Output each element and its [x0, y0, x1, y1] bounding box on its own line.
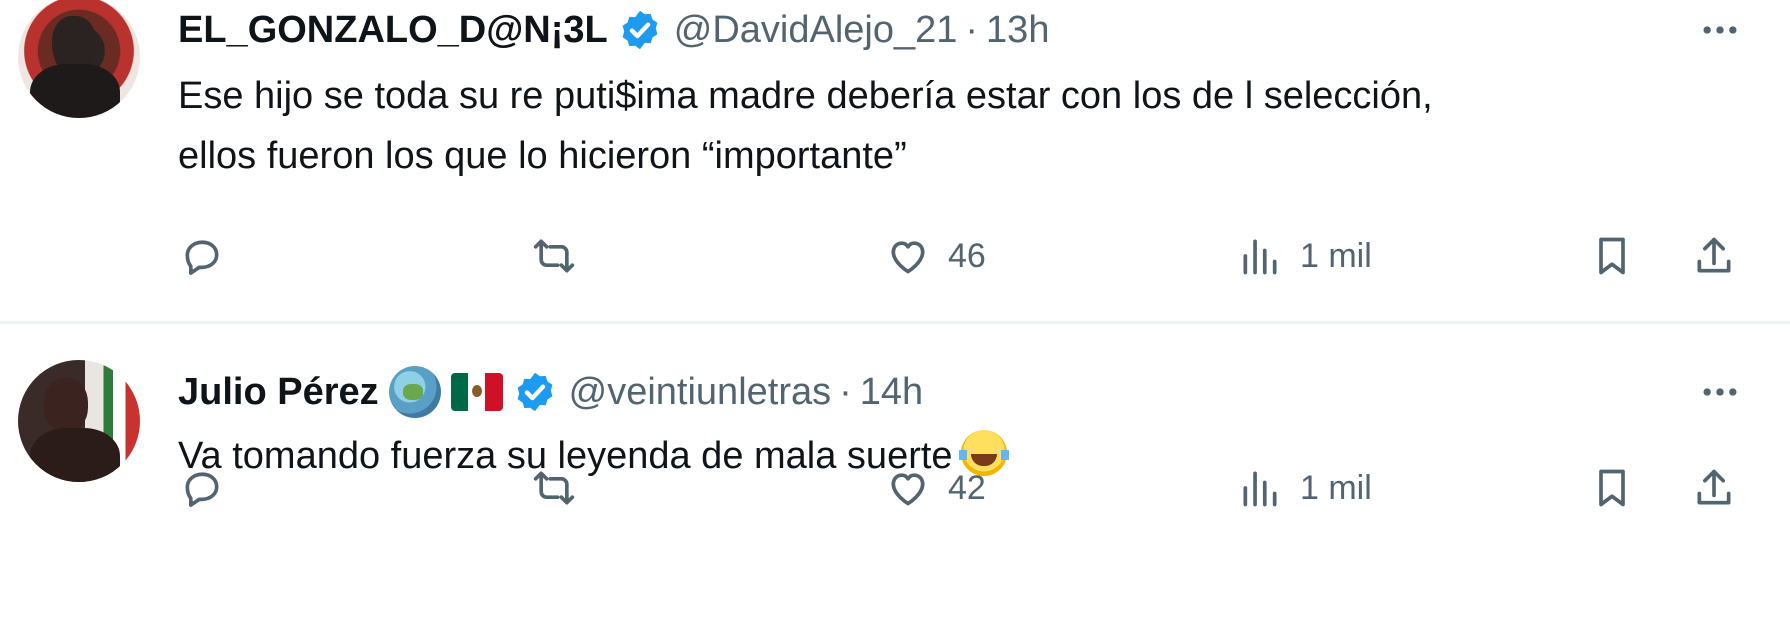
like-icon [891, 473, 925, 506]
bookmark-button[interactable] [1590, 458, 1634, 518]
avatar-body [30, 64, 120, 118]
reply-button[interactable] [180, 226, 224, 286]
reply-button[interactable] [180, 458, 224, 518]
views-button[interactable]: 1 mil [1238, 226, 1372, 286]
reply-feed: EL_GONZALO_D@N¡3L @DavidAlejo_21 · 13h E… [0, 0, 1790, 620]
bookmark-icon [1599, 469, 1625, 507]
globe-emoji [388, 366, 441, 418]
avatar-face [44, 378, 88, 432]
like-icon [891, 241, 925, 274]
share-icon [1697, 237, 1731, 273]
retweet-button[interactable] [532, 458, 576, 518]
tweet[interactable]: Julio Pérez @veintiunletras · 14h Va tom… [0, 324, 1790, 620]
display-name[interactable]: EL_GONZALO_D@N¡3L [178, 9, 608, 52]
timestamp[interactable]: 14h [860, 371, 923, 414]
share-icon [1697, 469, 1731, 505]
views-button[interactable]: 1 mil [1238, 458, 1372, 518]
like-button[interactable]: 46 [886, 226, 986, 286]
more-icon[interactable] [1690, 366, 1750, 418]
views-count: 1 mil [1300, 468, 1372, 507]
like-count: 46 [948, 236, 986, 275]
user-handle[interactable]: @DavidAlejo_21 [674, 9, 958, 52]
display-name[interactable]: Julio Pérez [178, 371, 379, 414]
like-count: 42 [948, 468, 986, 507]
verified-badge-icon [618, 8, 662, 52]
reply-icon [185, 472, 219, 507]
bookmark-icon [1599, 237, 1625, 275]
separator-dot: · [965, 8, 979, 51]
bookmark-button[interactable] [1590, 226, 1634, 286]
separator-dot: · [839, 370, 852, 413]
like-button[interactable]: 42 [886, 458, 986, 518]
retweet-icon [533, 471, 575, 505]
reply-icon [185, 240, 219, 275]
tweet-header: Julio Pérez @veintiunletras · 14h [178, 366, 923, 418]
share-button[interactable] [1692, 458, 1736, 518]
avatar[interactable] [18, 0, 140, 118]
mexico-flag-emoji [450, 373, 503, 411]
tweet-header: EL_GONZALO_D@N¡3L @DavidAlejo_21 · 13h [178, 4, 1049, 56]
tweet-text-line: Ese hijo se toda su re puti$ima madre de… [178, 75, 1433, 117]
tweet-actions: 46 1 mil [0, 226, 1790, 286]
share-button[interactable] [1692, 226, 1736, 286]
views-icon [1243, 471, 1277, 507]
views-count: 1 mil [1300, 236, 1372, 275]
retweet-icon [533, 239, 575, 273]
more-icon[interactable] [1690, 4, 1750, 56]
tweet-text: Ese hijo se toda su re puti$ima madre de… [178, 66, 1738, 186]
user-handle[interactable]: @veintiunletras [569, 371, 831, 414]
verified-badge-icon [513, 370, 557, 414]
views-icon [1243, 239, 1277, 275]
tweet-text-line: ellos fueron los que lo hicieron “import… [178, 135, 907, 177]
tweet[interactable]: EL_GONZALO_D@N¡3L @DavidAlejo_21 · 13h E… [0, 0, 1790, 322]
tweet-actions: 42 1 mil [0, 458, 1790, 518]
retweet-button[interactable] [532, 226, 576, 286]
timestamp[interactable]: 13h [986, 9, 1049, 52]
avatar-face [52, 16, 96, 70]
